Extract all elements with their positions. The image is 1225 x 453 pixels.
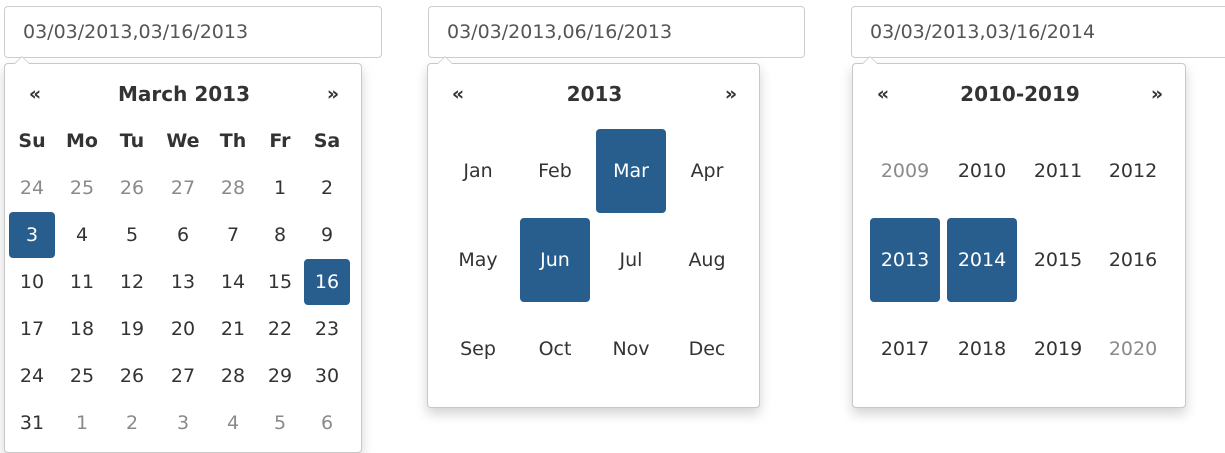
day-cell[interactable]: 4 (210, 400, 256, 446)
day-cell[interactable]: 28 (210, 165, 256, 211)
month-cell[interactable]: Aug (672, 218, 742, 302)
month-cell[interactable]: Apr (672, 129, 742, 213)
weekday-header: Fr (269, 130, 291, 152)
year-cell[interactable]: 2016 (1098, 218, 1168, 302)
day-cell[interactable]: 14 (210, 259, 256, 305)
datepicker-caret-inner (438, 57, 452, 64)
month-cell[interactable]: Jul (596, 218, 666, 302)
day-cell[interactable]: 5 (257, 400, 303, 446)
day-cell[interactable]: 7 (210, 212, 256, 258)
month-cell[interactable]: Feb (520, 129, 590, 213)
day-cell[interactable]: 24 (9, 353, 55, 399)
day-cell[interactable]: 29 (257, 353, 303, 399)
day-cell[interactable]: 30 (304, 353, 350, 399)
next-decade-button[interactable]: » (1133, 70, 1181, 118)
day-cell-selected[interactable]: 3 (9, 212, 55, 258)
year-cell[interactable]: 2009 (870, 129, 940, 213)
year-cell-selected[interactable]: 2014 (947, 218, 1017, 302)
day-cell[interactable]: 19 (109, 306, 155, 352)
day-cell[interactable]: 20 (160, 306, 206, 352)
datepicker-caret-inner (863, 57, 877, 64)
year-cell[interactable]: 2020 (1098, 307, 1168, 391)
day-cell[interactable]: 17 (9, 306, 55, 352)
datepicker-caret-inner (15, 57, 29, 64)
month-cell-selected[interactable]: Jun (520, 218, 590, 302)
day-cell[interactable]: 6 (160, 212, 206, 258)
datepicker-days: « March 2013 » Su Mo Tu We Th Fr Sa 24 25 26 27 28 1… (4, 56, 362, 453)
day-cell[interactable]: 11 (59, 259, 105, 305)
day-cell[interactable]: 18 (59, 306, 105, 352)
month-cell[interactable]: Sep (443, 307, 513, 391)
datepicker-years: « 2010-2019 » 2009 2010 2011 2012 2013 2014 20… (852, 56, 1186, 408)
date-range-input-2[interactable]: 03/03/2013,06/16/2013 (428, 6, 805, 58)
day-cell[interactable]: 22 (257, 306, 303, 352)
day-cell[interactable]: 1 (257, 165, 303, 211)
day-cell[interactable]: 3 (160, 400, 206, 446)
year-cell[interactable]: 2019 (1023, 307, 1093, 391)
day-cell[interactable]: 26 (109, 353, 155, 399)
day-cell[interactable]: 24 (9, 165, 55, 211)
day-cell[interactable]: 4 (59, 212, 105, 258)
next-year-button[interactable]: » (707, 70, 755, 118)
prev-decade-button[interactable]: « (859, 70, 907, 118)
year-cell[interactable]: 2012 (1098, 129, 1168, 213)
month-cell[interactable]: Jan (443, 129, 513, 213)
year-cell[interactable]: 2018 (947, 307, 1017, 391)
year-cell[interactable]: 2017 (870, 307, 940, 391)
day-cell[interactable]: 27 (160, 165, 206, 211)
weekday-header: Mo (66, 130, 98, 152)
prev-year-button[interactable]: « (434, 70, 482, 118)
month-cell[interactable]: Oct (520, 307, 590, 391)
day-cell[interactable]: 23 (304, 306, 350, 352)
day-cell[interactable]: 9 (304, 212, 350, 258)
date-range-input-1[interactable]: 03/03/2013,03/16/2013 (4, 6, 382, 58)
year-cell[interactable]: 2015 (1023, 218, 1093, 302)
weekday-header: Su (18, 130, 46, 152)
day-cell[interactable]: 28 (210, 353, 256, 399)
day-cell[interactable]: 6 (304, 400, 350, 446)
day-cell[interactable]: 2 (109, 400, 155, 446)
day-cell[interactable]: 1 (59, 400, 105, 446)
year-cell[interactable]: 2011 (1023, 129, 1093, 213)
month-cell[interactable]: Dec (672, 307, 742, 391)
day-cell[interactable]: 25 (59, 165, 105, 211)
day-cell[interactable]: 27 (160, 353, 206, 399)
weekday-header: We (166, 130, 200, 152)
date-range-input-3[interactable]: 03/03/2013,03/16/2014 (851, 6, 1225, 58)
month-cell[interactable]: Nov (596, 307, 666, 391)
day-cell[interactable]: 2 (304, 165, 350, 211)
month-cell[interactable]: May (443, 218, 513, 302)
day-cell[interactable]: 15 (257, 259, 303, 305)
day-cell[interactable]: 10 (9, 259, 55, 305)
next-month-button[interactable]: » (309, 70, 357, 118)
year-title-switch[interactable]: 2013 (482, 70, 707, 118)
year-cell[interactable]: 2010 (947, 129, 1017, 213)
day-cell-selected[interactable]: 16 (304, 259, 350, 305)
day-cell[interactable]: 13 (160, 259, 206, 305)
datepicker-months: « 2013 » Jan Feb Mar Apr May Jun Jul Aug Sep Oct N… (427, 56, 760, 408)
weekday-header: Tu (119, 130, 145, 152)
day-cell[interactable]: 26 (109, 165, 155, 211)
prev-month-button[interactable]: « (11, 70, 59, 118)
day-cell[interactable]: 31 (9, 400, 55, 446)
decade-title-switch[interactable]: 2010-2019 (907, 70, 1133, 118)
day-cell[interactable]: 12 (109, 259, 155, 305)
weekday-header: Th (219, 130, 247, 152)
year-cell-selected[interactable]: 2013 (870, 218, 940, 302)
day-cell[interactable]: 5 (109, 212, 155, 258)
month-title-switch[interactable]: March 2013 (59, 70, 309, 118)
day-cell[interactable]: 8 (257, 212, 303, 258)
weekday-header: Sa (313, 130, 341, 152)
day-cell[interactable]: 25 (59, 353, 105, 399)
month-cell-selected[interactable]: Mar (596, 129, 666, 213)
day-cell[interactable]: 21 (210, 306, 256, 352)
